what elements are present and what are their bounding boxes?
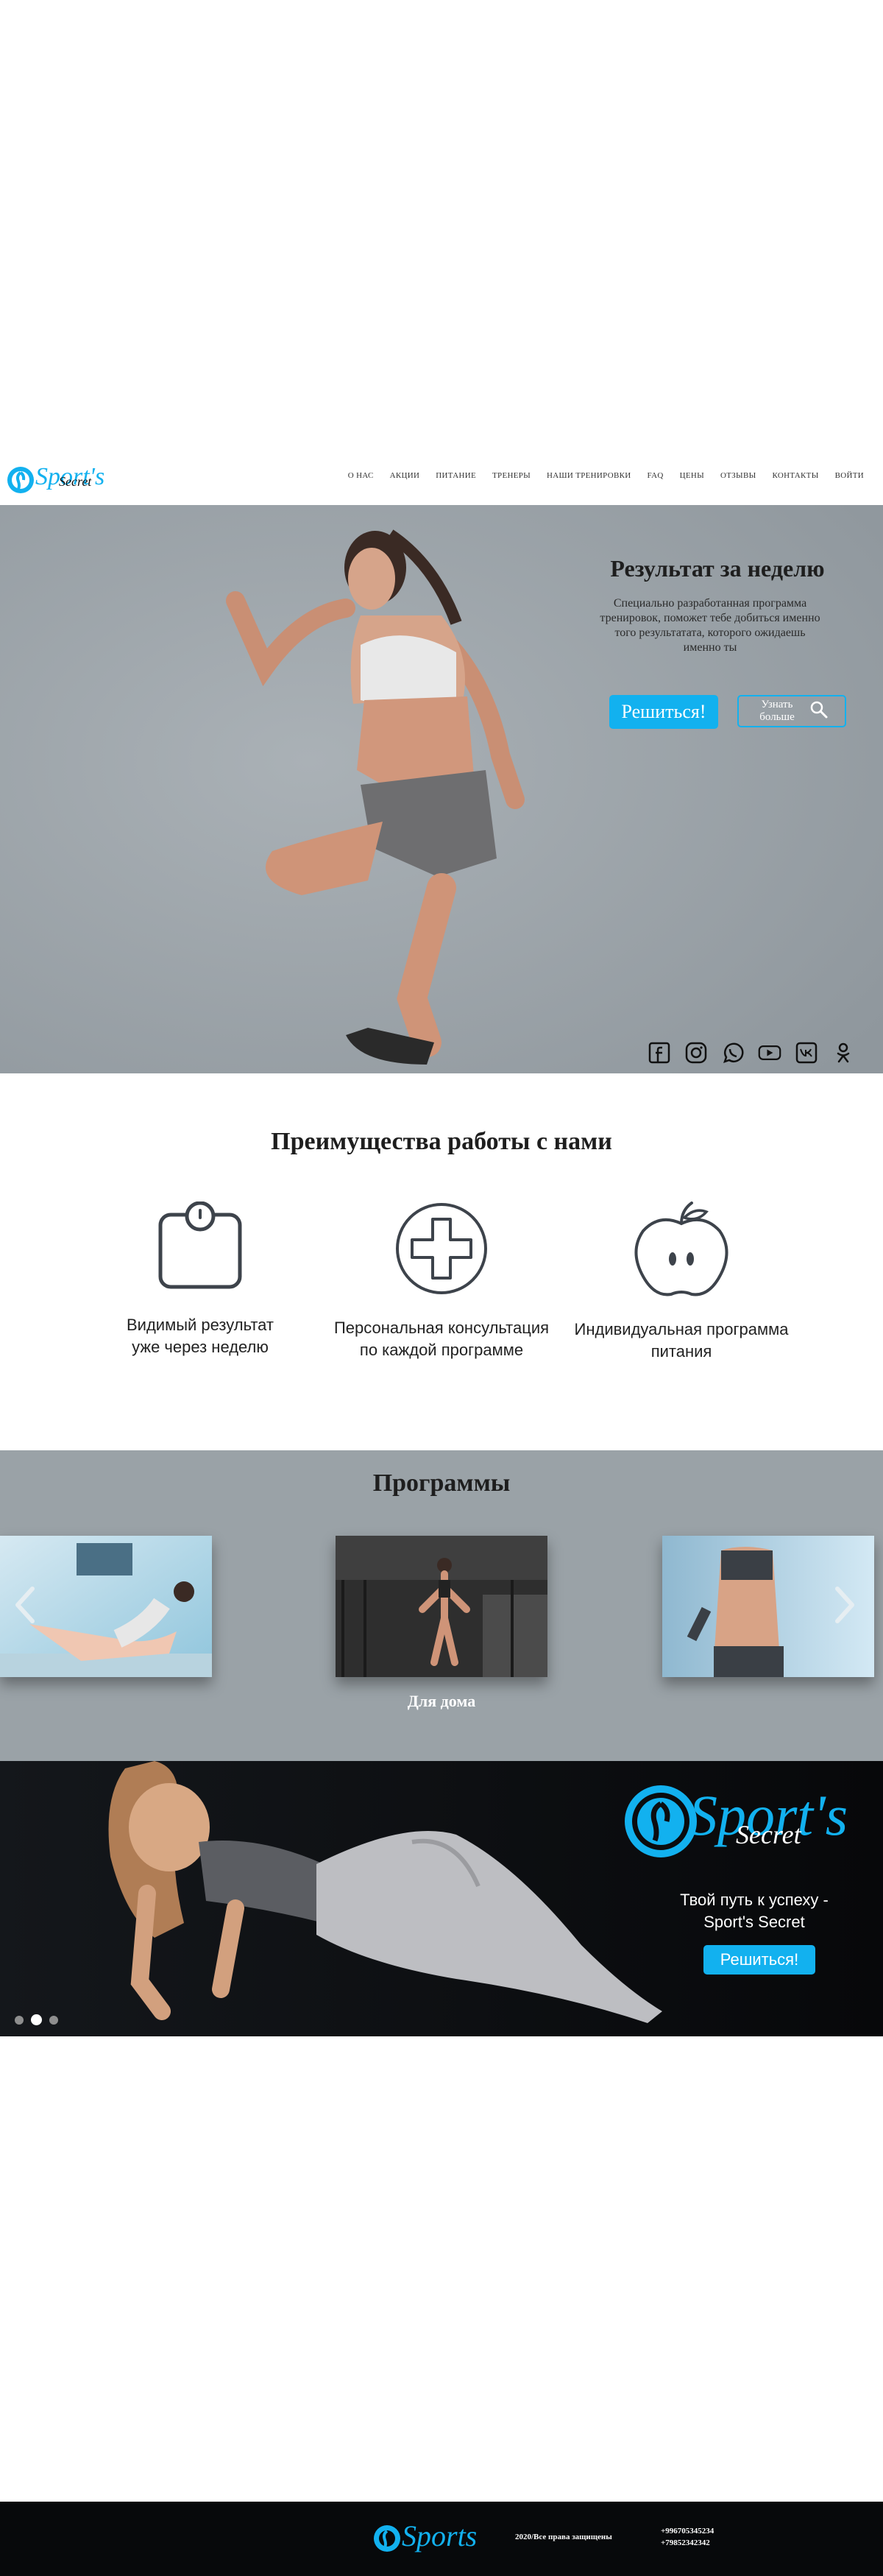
footer-copyright: 2020/Все права защищены bbox=[515, 2533, 612, 2541]
scale-icon bbox=[82, 1201, 318, 1296]
logo-word-secret: Secret bbox=[59, 474, 92, 489]
carousel-next-arrow[interactable] bbox=[830, 1583, 859, 1627]
advantages-title: Преимущества работы с нами bbox=[271, 1128, 612, 1155]
banner-cta-button[interactable]: Решиться! bbox=[703, 1945, 815, 1975]
nav-item-contacts[interactable]: КОНТАКТЫ bbox=[772, 471, 818, 480]
advantage-item: Персональная консультация по каждой прог… bbox=[324, 1201, 559, 1361]
medical-cross-icon bbox=[324, 1201, 559, 1299]
nav-item-nutrition[interactable]: ПИТАНИЕ bbox=[436, 471, 476, 480]
instagram-icon[interactable] bbox=[684, 1041, 708, 1065]
hero-cta-button[interactable]: Решиться! bbox=[609, 695, 718, 729]
odnoklassniki-icon[interactable] bbox=[831, 1041, 855, 1065]
learn-more-button[interactable]: Узнать больше bbox=[737, 695, 846, 727]
slider-dot-active[interactable] bbox=[31, 2014, 42, 2025]
program-caption: Для дома bbox=[407, 1692, 476, 1710]
nav-item-trainers[interactable]: ТРЕНЕРЫ bbox=[492, 471, 531, 480]
main-nav: О НАС АКЦИИ ПИТАНИЕ ТРЕНЕРЫ НАШИ ТРЕНИРО… bbox=[348, 471, 864, 480]
program-card-active[interactable] bbox=[336, 1536, 547, 1677]
footer-logo[interactable]: Sports bbox=[368, 2513, 478, 2562]
banner-logo-secret: Secret bbox=[736, 1820, 802, 1849]
hero-description: Специально разработанная программа трени… bbox=[600, 597, 820, 654]
slider-dot[interactable] bbox=[49, 2015, 58, 2025]
phone-number[interactable]: +79852342342 bbox=[661, 2537, 714, 2549]
vk-icon[interactable] bbox=[795, 1041, 818, 1065]
advantage-item: Видимый результат уже через неделю bbox=[82, 1201, 318, 1358]
hero-section bbox=[0, 505, 883, 1073]
footer-logo-sports: Sports bbox=[402, 2519, 477, 2552]
advantage-label: Персональная консультация по каждой прог… bbox=[333, 1319, 550, 1359]
youtube-icon[interactable] bbox=[758, 1041, 781, 1065]
apple-icon bbox=[564, 1201, 799, 1301]
banner-slogan: Твой путь к успеху - Sport's Secret bbox=[680, 1891, 829, 1931]
nav-item-workouts[interactable]: НАШИ ТРЕНИРОВКИ bbox=[547, 471, 631, 480]
hero-cta-label: Решиться! bbox=[621, 701, 706, 722]
hero-athlete-image bbox=[0, 505, 883, 1073]
slider-dot[interactable] bbox=[15, 2015, 24, 2025]
programs-title: Программы bbox=[372, 1469, 511, 1497]
banner-cta-label: Решиться! bbox=[720, 1950, 799, 1969]
nav-item-promotions[interactable]: АКЦИИ bbox=[390, 471, 420, 480]
nav-item-prices[interactable]: ЦЕНЫ bbox=[680, 471, 704, 480]
whatsapp-icon[interactable] bbox=[721, 1041, 745, 1065]
footer-phones: +996705345234 +79852342342 bbox=[661, 2525, 714, 2549]
learn-more-label: Узнать больше bbox=[759, 699, 795, 723]
banner-logo: Sport's Secret bbox=[618, 1770, 868, 1880]
nav-item-reviews[interactable]: ОТЗЫВЫ bbox=[720, 471, 756, 480]
hero-title: Результат за неделю bbox=[610, 555, 825, 582]
logo[interactable]: Sport's Secret bbox=[6, 455, 116, 507]
nav-item-about[interactable]: О НАС bbox=[348, 471, 374, 480]
phone-number[interactable]: +996705345234 bbox=[661, 2525, 714, 2537]
facebook-icon[interactable] bbox=[648, 1041, 671, 1065]
advantage-item: Индивидуальная программа питания bbox=[564, 1201, 799, 1363]
advantage-label: Видимый результат уже через неделю bbox=[126, 1316, 274, 1356]
nav-item-faq[interactable]: FAQ bbox=[647, 471, 663, 480]
advantage-label: Индивидуальная программа питания bbox=[574, 1320, 789, 1361]
search-icon bbox=[809, 700, 829, 723]
slider-dots bbox=[15, 2014, 58, 2025]
nav-item-login[interactable]: ВОЙТИ bbox=[835, 471, 864, 480]
carousel-prev-arrow[interactable] bbox=[10, 1583, 40, 1627]
social-links bbox=[648, 1041, 855, 1065]
